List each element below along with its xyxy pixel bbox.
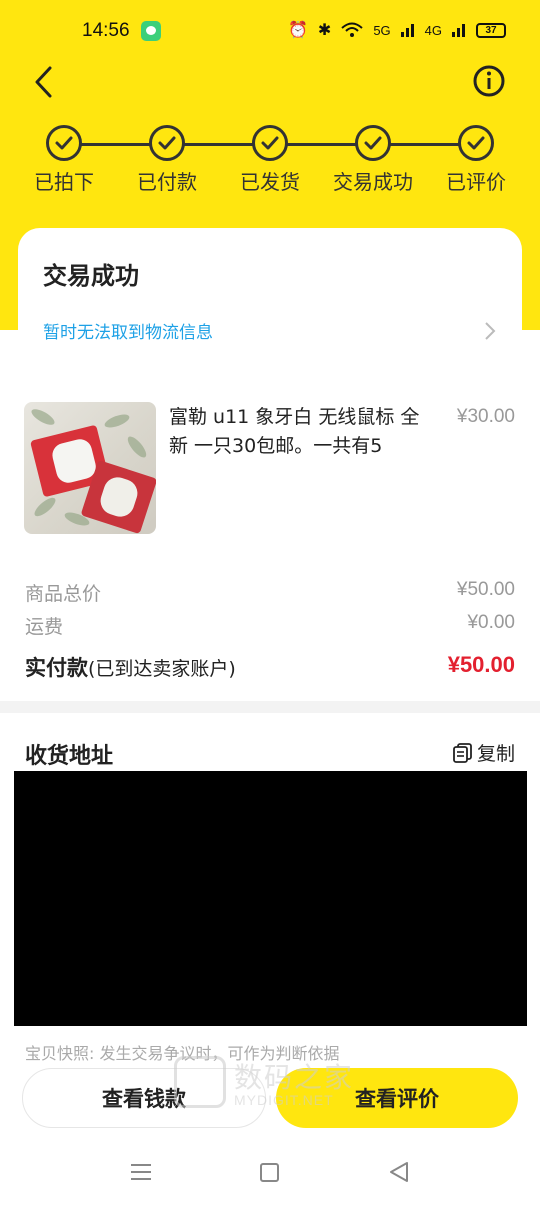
signal-icon: [400, 24, 414, 37]
nav-back-icon[interactable]: [388, 1161, 410, 1183]
paid-note: (已到达卖家账户): [88, 658, 236, 680]
info-icon: [473, 65, 505, 97]
step-label: 已付款: [137, 170, 197, 194]
back-button[interactable]: [28, 62, 62, 102]
view-money-button[interactable]: 查看钱款: [22, 1068, 266, 1128]
paid-label: 实付款: [25, 656, 88, 680]
total-price-value: ¥50.00: [456, 579, 515, 600]
step-label: 已评价: [446, 170, 506, 194]
shipping-label: 运费: [25, 616, 64, 638]
check-icon: [355, 125, 391, 161]
logistics-text: 暂时无法取到物流信息: [43, 323, 213, 343]
redacted-address-block: [14, 771, 527, 1026]
copy-label: 复制: [476, 743, 515, 765]
copy-icon: [453, 742, 472, 763]
order-status-card: 交易成功 暂时无法取到物流信息: [18, 228, 522, 364]
step-reviewed: 已评价: [426, 125, 526, 195]
section-divider: [0, 701, 540, 713]
status-icons: ⏰ ✱ 5G 4G 37: [288, 20, 506, 40]
shipping-row: 运费 ¥0.00: [25, 612, 515, 642]
product-price: ¥30.00: [456, 406, 515, 427]
step-paid: 已付款: [117, 125, 217, 195]
step-label: 交易成功: [333, 170, 413, 194]
order-status-title: 交易成功: [43, 262, 139, 290]
copy-address-button[interactable]: 复制: [453, 739, 515, 766]
product-title[interactable]: 富勒 u11 象牙白 无线鼠标 全新 一只30包邮。一共有5: [169, 403, 429, 461]
network-5g-label: 5G: [373, 22, 391, 38]
chevron-right-icon: [485, 322, 496, 340]
check-icon: [458, 125, 494, 161]
logistics-row[interactable]: 暂时无法取到物流信息: [43, 318, 497, 344]
step-label: 已拍下: [34, 170, 94, 194]
step-label: 已发货: [240, 170, 300, 194]
alarm-icon: ⏰: [287, 22, 308, 39]
total-price-label: 商品总价: [25, 583, 102, 605]
check-icon: [46, 125, 82, 161]
check-icon: [149, 125, 185, 161]
bluetooth-icon: ✱: [317, 22, 332, 39]
order-progress: 已拍下 已付款 已发货 交易成功 已评价: [0, 125, 540, 195]
back-arrow-icon: [35, 66, 52, 98]
network-4g-label: 4G: [424, 22, 442, 38]
total-price-row: 商品总价 ¥50.00: [25, 579, 515, 609]
step-shipped: 已发货: [220, 125, 320, 195]
address-title: 收货地址: [25, 744, 114, 769]
paid-row: 实付款(已到达卖家账户) ¥50.00: [25, 652, 515, 684]
status-bar: 14:56 ⏰ ✱ 5G 4G 37: [0, 0, 540, 60]
wifi-icon: [341, 22, 363, 37]
step-completed: 交易成功: [323, 125, 423, 195]
system-nav-bar: [0, 1140, 540, 1206]
battery-indicator: 37: [476, 22, 506, 38]
status-time: 14:56: [82, 20, 130, 41]
shipping-value: ¥0.00: [467, 612, 515, 633]
paid-value: ¥50.00: [447, 652, 515, 677]
signal-icon-2: [452, 24, 465, 37]
chat-icon: [141, 21, 161, 41]
product-image[interactable]: [24, 402, 156, 534]
recent-apps-icon[interactable]: [130, 1163, 152, 1181]
item-snapshot-row[interactable]: 宝贝快照: 发生交易争议时，可作为判断依据: [25, 1040, 515, 1062]
view-review-button[interactable]: 查看评价: [276, 1068, 518, 1128]
home-icon[interactable]: [260, 1163, 279, 1182]
step-ordered: 已拍下: [14, 125, 114, 195]
info-button[interactable]: [472, 64, 506, 98]
check-icon: [252, 125, 288, 161]
